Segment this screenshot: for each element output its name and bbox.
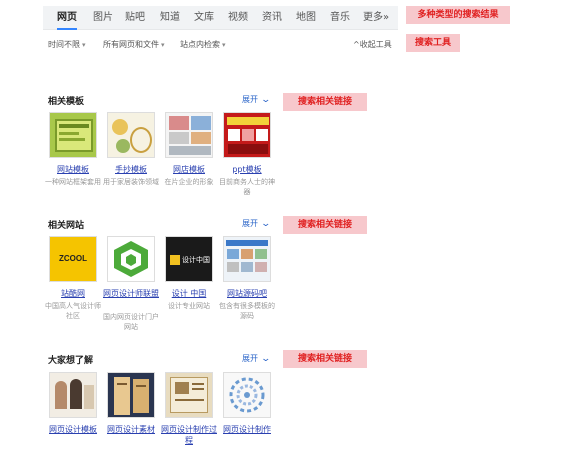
tile-desc: 设计专业网站: [168, 302, 210, 310]
thumbnail-image[interactable]: [223, 372, 271, 418]
time-filter-dropdown[interactable]: 时间不限 ▾: [48, 39, 86, 50]
tab-images[interactable]: 图片: [93, 6, 113, 30]
tile-desc: 在片企业的形象: [164, 178, 214, 186]
annotation-multi-results: 多种类型的搜索结果: [406, 6, 510, 24]
thumbnail-image[interactable]: ZCOOL: [49, 236, 97, 282]
tab-news[interactable]: 资讯: [262, 6, 282, 30]
tile-link[interactable]: ppt模板: [219, 164, 275, 175]
tile-link[interactable]: 手抄模板: [103, 164, 159, 175]
thumbnail-image[interactable]: [165, 112, 213, 158]
thumbnail-image[interactable]: [107, 112, 155, 158]
chevron-down-icon: ⌄: [260, 219, 272, 229]
tile-link[interactable]: 网站模板: [45, 164, 101, 175]
tile-link[interactable]: 网页设计模板: [45, 424, 101, 435]
site-search-label: 站点内检索: [180, 40, 220, 49]
tab-wenku[interactable]: 文库: [194, 6, 214, 30]
tile-link[interactable]: 设计 中国: [161, 288, 217, 299]
tile-link[interactable]: 网页设计师联盟: [103, 288, 159, 299]
tile-link[interactable]: 站酷网: [45, 288, 101, 299]
expand-label: 展开: [242, 95, 258, 104]
chevron-down-icon: ⌄: [260, 95, 272, 105]
tile-desc: 包含有很多模板的源码: [219, 302, 275, 320]
thumbnail-image[interactable]: [165, 372, 213, 418]
chevron-down-icon: ⌄: [260, 354, 272, 364]
tile-desc: 中国高人气设计师社区: [45, 302, 101, 320]
thumbnail-image[interactable]: [107, 372, 155, 418]
thumbnail-image[interactable]: [223, 236, 271, 282]
tile-link[interactable]: 网页设计制作: [219, 424, 275, 435]
tile-desc: 国内网页设计门户网站: [103, 313, 159, 331]
tab-tieba[interactable]: 贴吧: [125, 6, 145, 30]
tile-desc: 目前商务人士的神器: [219, 178, 275, 196]
section-title-sites: 相关网站: [48, 221, 85, 231]
spiral-graphic-icon: [229, 377, 265, 413]
tile-desc: 一种网站框架套用: [45, 178, 101, 186]
tab-zhidao[interactable]: 知道: [160, 6, 180, 30]
tile-link[interactable]: 网站源码吧: [219, 288, 275, 299]
expand-label: 展开: [242, 354, 258, 363]
tab-web[interactable]: 网页: [57, 6, 77, 30]
expand-sites-link[interactable]: 展开 ⌄: [242, 218, 272, 229]
chevron-down-icon: ▾: [222, 41, 226, 49]
thumbnail-image[interactable]: [49, 372, 97, 418]
section-title-people-want: 大家想了解: [48, 356, 94, 366]
expand-templates-link[interactable]: 展开 ⌄: [242, 94, 272, 105]
tab-more[interactable]: 更多»: [363, 6, 389, 30]
site-search-dropdown[interactable]: 站点内检索 ▾: [180, 39, 226, 50]
chevron-down-icon: ▾: [161, 41, 165, 49]
tab-map[interactable]: 地图: [296, 6, 316, 30]
expand-people-want-link[interactable]: 展开 ⌄: [242, 353, 272, 364]
search-type-tabs: 网页 图片 贴吧 知道 文库 视频 资讯 地图 音乐 更多»: [43, 6, 398, 30]
cube-logo-icon: [114, 241, 148, 277]
expand-label: 展开: [242, 219, 258, 228]
collapse-tools-link[interactable]: ^收起工具: [353, 39, 392, 50]
annotation-search-tools: 搜索工具: [406, 34, 460, 52]
tile-link[interactable]: 网店模板: [161, 164, 217, 175]
annotation-related-links-2: 搜索相关链接: [283, 216, 367, 234]
chevron-down-icon: ▾: [82, 41, 86, 49]
thumbnail-image[interactable]: [107, 236, 155, 282]
tile-desc: 用于家居装饰领域: [103, 178, 159, 186]
filetype-filter-dropdown[interactable]: 所有网页和文件 ▾: [103, 39, 165, 50]
annotation-related-links-3: 搜索相关链接: [283, 350, 367, 368]
tab-music[interactable]: 音乐: [330, 6, 350, 30]
tile-link[interactable]: 网页设计制作过程: [161, 424, 217, 446]
thumbnail-image[interactable]: [223, 112, 271, 158]
annotation-related-links-1: 搜索相关链接: [283, 93, 367, 111]
sheji-logo-text: 设计中国: [182, 256, 210, 264]
zcool-logo-text: ZCOOL: [59, 254, 87, 263]
thumbnail-image[interactable]: 设计中国: [165, 236, 213, 282]
time-filter-label: 时间不限: [48, 40, 80, 49]
thumbnail-image[interactable]: [49, 112, 97, 158]
filetype-filter-label: 所有网页和文件: [103, 40, 159, 49]
tile-link[interactable]: 网页设计素材: [103, 424, 159, 435]
tab-video[interactable]: 视频: [228, 6, 248, 30]
section-title-templates: 相关模板: [48, 97, 85, 107]
